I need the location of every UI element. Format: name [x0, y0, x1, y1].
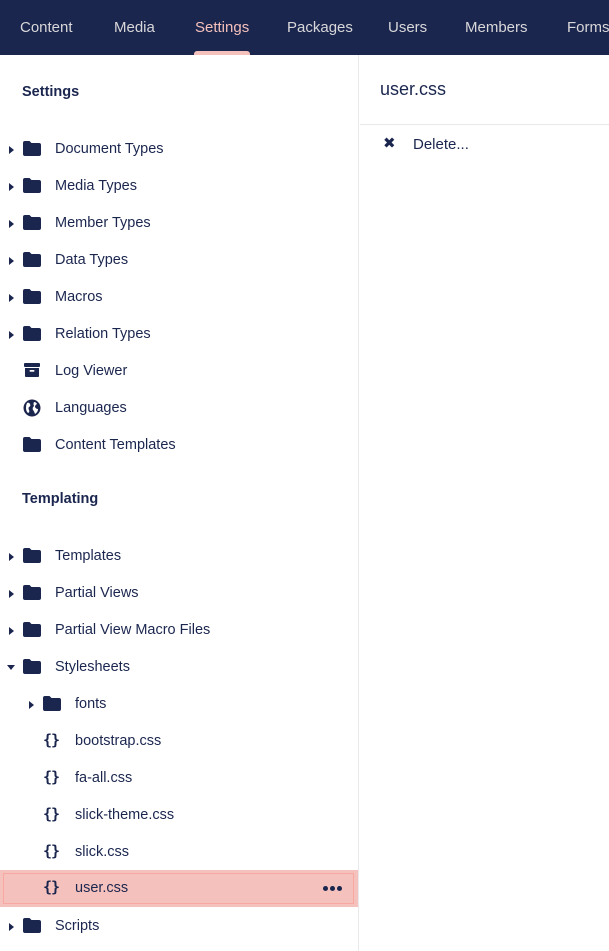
tree-item-scripts[interactable]: Scripts [0, 908, 358, 945]
tree-item-languages[interactable]: Languages [0, 390, 358, 427]
tree-item-media-types[interactable]: Media Types [0, 168, 358, 205]
tab-label: Media [114, 19, 155, 36]
tree-item-label: Stylesheets [55, 659, 130, 675]
tree-item-label: Content Templates [55, 437, 176, 453]
css-braces-icon: {} [43, 731, 60, 749]
caret-right-icon[interactable] [9, 257, 14, 265]
caret-right-icon[interactable] [9, 294, 14, 302]
tree-item-label: Media Types [55, 178, 137, 194]
tree-item-label: fonts [75, 696, 107, 712]
caret-right-icon[interactable] [9, 590, 14, 598]
top-navigation: Content Media Settings Packages Users Me… [0, 0, 609, 55]
tree-item-partial-views[interactable]: Partial Views [0, 575, 358, 612]
tree-item-relation-types[interactable]: Relation Types [0, 316, 358, 353]
delete-action[interactable]: ✖ Delete... [360, 130, 609, 160]
tab-label: Packages [287, 19, 353, 36]
caret-right-icon[interactable] [9, 627, 14, 635]
tree-item-label: Member Types [55, 215, 151, 231]
tab-label: Members [465, 19, 528, 36]
caret-down-icon[interactable] [7, 665, 15, 670]
more-options-icon[interactable] [323, 886, 343, 891]
folder-icon [23, 289, 43, 305]
tree-item-label: slick-theme.css [75, 807, 175, 823]
css-braces-icon: {} [43, 768, 60, 786]
tree-item-label: Log Viewer [55, 363, 128, 379]
tree-item-label: Languages [55, 400, 127, 416]
folder-icon [23, 918, 43, 934]
folder-icon [23, 215, 43, 231]
tree-item-label: Partial Views [55, 585, 139, 601]
folder-icon [23, 585, 43, 601]
folder-icon [23, 437, 43, 453]
css-braces-icon: {} [43, 842, 60, 860]
tree-item-bootstrap-css[interactable]: {} bootstrap.css [0, 723, 358, 760]
caret-right-icon[interactable] [9, 146, 14, 154]
archive-box-icon [24, 363, 44, 379]
tree-item-label: Templates [55, 548, 122, 564]
tab-forms[interactable]: Forms [567, 0, 609, 55]
folder-icon [23, 622, 43, 638]
css-braces-icon: {} [43, 805, 60, 823]
globe-icon [23, 399, 43, 417]
folder-icon [23, 178, 43, 194]
tree-item-slick-theme-css[interactable]: {} slick-theme.css [0, 797, 358, 834]
tree-item-macros[interactable]: Macros [0, 279, 358, 316]
tree-item-log-viewer[interactable]: Log Viewer [0, 353, 358, 390]
caret-right-icon[interactable] [9, 553, 14, 561]
close-icon: ✖ [383, 135, 396, 152]
caret-right-icon[interactable] [9, 220, 14, 228]
tree-item-document-types[interactable]: Document Types [0, 131, 358, 168]
tree-item-fonts[interactable]: fonts [0, 686, 358, 723]
tab-label: Forms [567, 19, 609, 36]
folder-icon [43, 696, 63, 712]
delete-action-label: Delete... [413, 136, 469, 153]
tree-item-label: Data Types [55, 252, 129, 268]
tree-item-label: slick.css [75, 844, 129, 860]
tab-content[interactable]: Content [20, 0, 73, 55]
folder-icon [23, 141, 43, 157]
tree-item-data-types[interactable]: Data Types [0, 242, 358, 279]
tree-item-label: user.css [75, 880, 129, 896]
tree-item-slick-css[interactable]: {} slick.css [0, 834, 358, 871]
folder-icon [23, 659, 43, 675]
tab-media[interactable]: Media [114, 0, 155, 55]
tree-item-label: Scripts [55, 918, 100, 934]
tree-item-content-templates[interactable]: Content Templates [0, 427, 358, 464]
settings-tree-panel: Settings Document Types Media Types Memb… [0, 55, 359, 951]
tab-packages[interactable]: Packages [287, 0, 353, 55]
tree-item-label: Partial View Macro Files [55, 622, 211, 638]
tree-item-label: Macros [55, 289, 103, 305]
tree-item-label: Relation Types [55, 326, 151, 342]
divider [360, 124, 609, 125]
tree-item-user-css[interactable]: {} user.css [0, 870, 358, 907]
section-title-settings: Settings [22, 84, 80, 100]
tree-item-templates[interactable]: Templates [0, 538, 358, 575]
tab-label: Content [20, 19, 73, 36]
actions-panel: user.css ✖ Delete... [360, 55, 609, 951]
tab-label: Settings [195, 19, 250, 36]
tree-item-label: Document Types [55, 141, 164, 157]
tab-members[interactable]: Members [465, 0, 528, 55]
tree-item-fa-all-css[interactable]: {} fa-all.css [0, 760, 358, 797]
tab-settings[interactable]: Settings [194, 0, 251, 55]
tree-item-label: fa-all.css [75, 770, 133, 786]
tree-item-stylesheets[interactable]: Stylesheets [0, 649, 358, 686]
folder-icon [23, 548, 43, 564]
caret-right-icon[interactable] [9, 923, 14, 931]
tab-label: Users [388, 19, 428, 36]
folder-icon [23, 252, 43, 268]
caret-right-icon[interactable] [29, 701, 34, 709]
section-title-templating: Templating [22, 491, 99, 507]
caret-right-icon[interactable] [9, 183, 14, 191]
css-braces-icon: {} [43, 878, 60, 896]
caret-right-icon[interactable] [9, 331, 14, 339]
page-title: user.css [380, 79, 447, 99]
tab-users[interactable]: Users [388, 0, 427, 55]
tree-item-member-types[interactable]: Member Types [0, 205, 358, 242]
tree-item-label: bootstrap.css [75, 733, 162, 749]
tree-item-partial-view-macro-files[interactable]: Partial View Macro Files [0, 612, 358, 649]
folder-icon [23, 326, 43, 342]
